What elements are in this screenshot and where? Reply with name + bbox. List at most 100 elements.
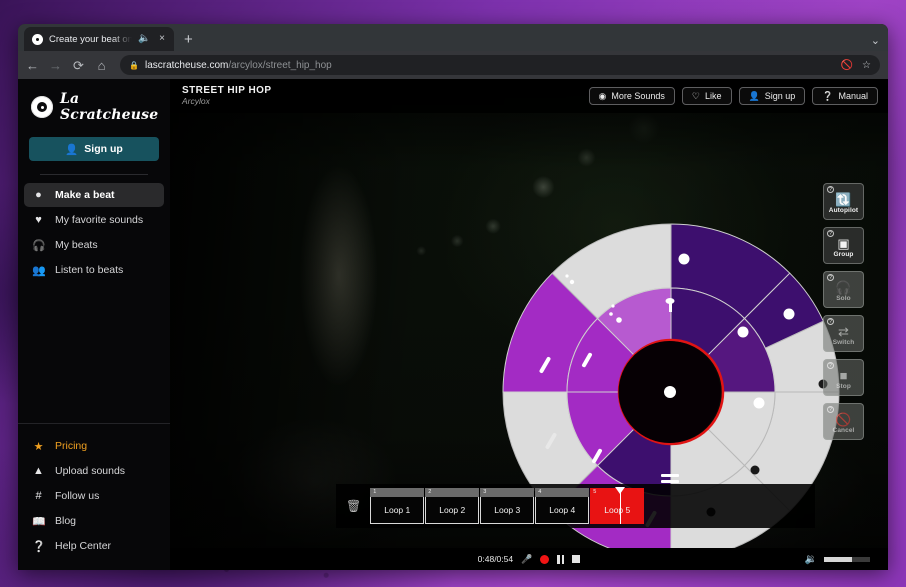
marker-dot[interactable] <box>750 465 760 475</box>
more-sounds-label: More Sounds <box>611 91 665 101</box>
loop-number: 4 <box>535 488 590 497</box>
loop-item-3[interactable]: 3 Loop 3 <box>480 488 535 524</box>
loop-item-4[interactable]: 4 Loop 4 <box>535 488 590 524</box>
marker-bars[interactable] <box>661 474 679 477</box>
sidebar-item-my-beats[interactable]: 🎧 My beats <box>24 233 164 257</box>
sidebar-item-label: Blog <box>55 515 77 527</box>
marker-dot-small[interactable] <box>569 279 575 285</box>
help-badge[interactable]: ? <box>827 362 834 369</box>
help-badge[interactable]: ? <box>827 230 834 237</box>
marker-dot[interactable] <box>753 397 765 409</box>
sidebar-item-make-a-beat[interactable]: ● Make a beat <box>24 183 164 207</box>
eye-slash-icon[interactable]: 🚫 <box>841 60 853 71</box>
marker-dot[interactable] <box>737 326 749 338</box>
sidebar-item-upload-sounds[interactable]: ▲ Upload sounds <box>24 459 164 483</box>
browser-window: Create your beat on "Stree 🔈 × + ⌄ ← → ⟳… <box>18 24 888 570</box>
stop-tool-button[interactable]: ? ■ Stop <box>823 359 864 396</box>
switch-button[interactable]: ? ⇄ Switch <box>823 315 864 352</box>
more-sounds-button[interactable]: ◉ More Sounds <box>588 87 675 105</box>
hash-icon: # <box>35 490 42 502</box>
help-badge[interactable]: ? <box>827 274 834 281</box>
switch-label: Switch <box>832 338 855 346</box>
forward-button[interactable]: → <box>49 59 62 72</box>
reload-button[interactable]: ⟳ <box>72 59 85 72</box>
group-label: Group <box>833 250 854 258</box>
loop-item-2[interactable]: 2 Loop 2 <box>425 488 480 524</box>
brand-logo[interactable]: La Scratcheuse <box>18 91 170 123</box>
sidebar-item-help-center[interactable]: ❔ Help Center <box>24 534 164 558</box>
disc-icon: ● <box>35 189 42 201</box>
sidebar-item-label: My beats <box>55 239 98 251</box>
sidebar-item-blog[interactable]: 📖 Blog <box>24 509 164 533</box>
cancel-button[interactable]: ? 🚫 Cancel <box>823 403 864 440</box>
record-icon[interactable] <box>540 554 550 564</box>
beat-stage: STREET HIP HOP Arcylox ◉ More Sounds ♡ L… <box>170 79 888 570</box>
playhead-marker <box>615 487 626 524</box>
help-badge[interactable]: ? <box>827 406 834 413</box>
help-badge[interactable]: ? <box>827 318 834 325</box>
person-icon: 👤 <box>748 90 760 101</box>
browser-tabstrip: Create your beat on "Stree 🔈 × + ⌄ <box>18 24 888 51</box>
book-icon: 📖 <box>32 515 46 528</box>
pause-icon[interactable] <box>557 554 565 564</box>
headphones-icon: 🎧 <box>835 279 852 295</box>
loop-label: Loop 2 <box>425 497 480 524</box>
url-domain: lascratcheuse.com <box>144 59 229 71</box>
tab-close-icon[interactable]: × <box>156 34 168 44</box>
group-button[interactable]: ? ▣ Group <box>823 227 864 264</box>
address-bar[interactable]: 🔒 lascratcheuse.com/arcylox/street_hip_h… <box>120 55 880 75</box>
sidebar-item-label: My favorite sounds <box>55 214 144 226</box>
back-button[interactable]: ← <box>26 59 39 72</box>
marker-dot[interactable] <box>678 253 690 265</box>
new-tab-button[interactable]: + <box>184 32 193 47</box>
sidebar-nav-top: ● Make a beat ♥ My favorite sounds 🎧 My … <box>18 183 170 282</box>
marker-dot-small[interactable] <box>611 304 615 308</box>
marker-pin-stem[interactable] <box>669 302 672 312</box>
autopilot-button[interactable]: ? 🔃 Autopilot <box>823 183 864 220</box>
hub-center-dot[interactable] <box>664 386 676 398</box>
sidebar-item-label: Listen to beats <box>55 264 124 276</box>
favicon-disc-icon <box>32 33 43 45</box>
track-header: STREET HIP HOP Arcylox ◉ More Sounds ♡ L… <box>170 79 888 113</box>
marker-dot-small[interactable] <box>565 274 569 278</box>
sidebar-item-listen-to-beats[interactable]: 👥 Listen to beats <box>24 258 164 282</box>
sidebar-item-pricing[interactable]: ★ Pricing <box>24 434 164 458</box>
marker-bars[interactable] <box>661 480 679 483</box>
brand-name: La Scratcheuse <box>60 91 159 123</box>
trash-icon[interactable]: 🗑 <box>346 499 361 513</box>
sidebar: La Scratcheuse 👤 Sign up ● Make a beat ♥… <box>18 79 170 570</box>
home-button[interactable]: ⌂ <box>95 59 108 72</box>
sidebar-signup-button[interactable]: 👤 Sign up <box>29 137 159 161</box>
microphone-icon[interactable]: 🎤 <box>521 554 532 564</box>
question-icon: ❔ <box>822 90 834 101</box>
marker-dot-small[interactable] <box>616 317 622 323</box>
volume-control[interactable]: 🔉 <box>805 554 870 565</box>
like-button[interactable]: ♡ Like <box>681 87 732 105</box>
sidebar-item-follow-us[interactable]: # Follow us <box>24 484 164 508</box>
loop-number: 1 <box>370 488 425 497</box>
sidebar-item-label: Follow us <box>55 490 100 502</box>
volume-slider[interactable] <box>824 556 870 562</box>
manual-button[interactable]: ❔ Manual <box>812 87 878 105</box>
question-icon: ❔ <box>32 540 46 553</box>
solo-button[interactable]: ? 🎧 Solo <box>823 271 864 308</box>
bookmark-star-icon[interactable]: ☆ <box>862 60 871 71</box>
cancel-label: Cancel <box>832 426 855 434</box>
like-label: Like <box>704 91 722 101</box>
marker-dot-small[interactable] <box>609 312 613 316</box>
solo-label: Solo <box>836 294 851 302</box>
loop-item-5[interactable]: 5 Loop 5 <box>590 487 645 524</box>
transport-controls: 0:48/0:54 🎤 <box>478 554 581 564</box>
tab-audio-speaker-icon[interactable]: 🔈 <box>138 34 150 44</box>
stop-icon[interactable] <box>572 555 581 563</box>
browser-tab[interactable]: Create your beat on "Stree 🔈 × <box>24 27 174 51</box>
volume-icon[interactable]: 🔉 <box>805 554 817 565</box>
loop-item-1[interactable]: 1 Loop 1 <box>370 488 425 524</box>
marker-dot[interactable] <box>783 308 795 320</box>
star-icon: ★ <box>33 440 44 453</box>
sidebar-item-my-favorite-sounds[interactable]: ♥ My favorite sounds <box>24 208 164 232</box>
signup-button[interactable]: 👤 Sign up <box>738 87 806 105</box>
window-menu-chevron-down-icon[interactable]: ⌄ <box>871 34 880 47</box>
help-badge[interactable]: ? <box>827 186 834 193</box>
url-path: /arcylox/street_hip_hop <box>228 59 332 71</box>
